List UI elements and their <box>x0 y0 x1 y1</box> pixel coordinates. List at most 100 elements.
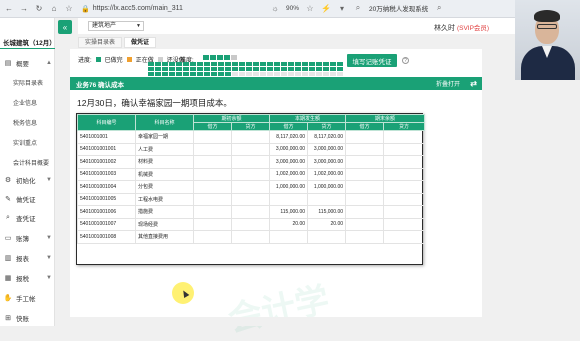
sidebar-sub-company-info[interactable]: 企业信息 <box>13 98 37 107</box>
sidebar-sub-accounts[interactable]: 会计科目概要 <box>13 158 49 167</box>
progress-cell[interactable] <box>232 72 238 76</box>
address-bar[interactable]: 🔒 https://lx.acc5.com/main_311 <box>81 5 281 13</box>
dropdown-icon[interactable]: ▾ <box>337 3 347 13</box>
progress-cell[interactable] <box>218 72 224 76</box>
fill-voucher-button[interactable]: 填写记账凭证 <box>347 54 397 67</box>
progress-cell[interactable] <box>176 72 182 76</box>
news-ticker[interactable]: 20万纳税人发现系统 <box>369 3 428 13</box>
progress-cell[interactable] <box>204 72 210 76</box>
back-icon[interactable]: ← <box>3 3 15 15</box>
client-select[interactable]: 建筑地产 ▼ <box>88 21 144 31</box>
progress-cell[interactable] <box>253 67 259 71</box>
progress-cell[interactable] <box>218 67 224 71</box>
progress-cell[interactable] <box>239 62 245 66</box>
search-icon[interactable]: ⌕ <box>434 3 444 13</box>
progress-cell[interactable] <box>204 62 210 66</box>
progress-cell[interactable] <box>246 67 252 71</box>
progress-cell[interactable] <box>302 72 308 76</box>
progress-cell[interactable] <box>218 62 224 66</box>
progress-cell[interactable] <box>225 67 231 71</box>
progress-cell[interactable] <box>330 72 336 76</box>
progress-cell[interactable] <box>260 67 266 71</box>
swap-icon[interactable]: ⇄ <box>470 79 477 88</box>
progress-cell[interactable] <box>267 62 273 66</box>
sidebar-item-query-voucher[interactable]: ⌕ 查凭证 <box>0 211 55 225</box>
progress-cell[interactable] <box>148 72 154 76</box>
progress-cell[interactable] <box>197 62 203 66</box>
progress-cell[interactable] <box>316 62 322 66</box>
progress-cell[interactable] <box>246 72 252 76</box>
progress-cell[interactable] <box>309 62 315 66</box>
progress-cell[interactable] <box>148 67 154 71</box>
progress-cell[interactable] <box>337 62 343 66</box>
sidebar-sub-catalog[interactable]: 实际目录表 <box>13 78 43 87</box>
progress-cell[interactable] <box>155 62 161 66</box>
progress-cell[interactable] <box>204 67 210 71</box>
progress-cell[interactable] <box>316 67 322 71</box>
progress-cell[interactable] <box>337 72 343 76</box>
progress-cell[interactable] <box>253 72 259 76</box>
sidebar-item-make-voucher[interactable]: ✎ 做凭证 <box>0 192 55 206</box>
progress-cell[interactable] <box>316 72 322 76</box>
progress-cell[interactable] <box>288 72 294 76</box>
progress-cell[interactable] <box>239 67 245 71</box>
sidebar-item-init[interactable]: ⚙ 初始化 ▼ <box>0 173 55 187</box>
progress-cell[interactable] <box>323 62 329 66</box>
sidebar-item-manual[interactable]: ✋ 手工帐 <box>0 291 55 305</box>
progress-cell[interactable] <box>309 72 315 76</box>
progress-cell[interactable] <box>183 72 189 76</box>
progress-cell[interactable] <box>169 67 175 71</box>
tab-make-voucher[interactable]: 做凭证 <box>124 37 157 48</box>
progress-cell[interactable] <box>169 72 175 76</box>
progress-cell[interactable] <box>232 67 238 71</box>
progress-cell[interactable] <box>176 62 182 66</box>
progress-cell[interactable] <box>162 67 168 71</box>
progress-cell[interactable] <box>267 72 273 76</box>
progress-cell[interactable] <box>190 67 196 71</box>
progress-cell[interactable] <box>225 72 231 76</box>
progress-cell[interactable] <box>323 72 329 76</box>
progress-cell[interactable] <box>211 67 217 71</box>
progress-cell[interactable] <box>281 62 287 66</box>
progress-cell[interactable] <box>190 62 196 66</box>
progress-cell[interactable] <box>330 62 336 66</box>
tab-catalog[interactable]: 实操目录表 <box>78 37 123 48</box>
user-name[interactable]: 林久时 (SVIP会员) <box>434 22 489 33</box>
progress-cell[interactable] <box>253 62 259 66</box>
progress-cell[interactable] <box>267 67 273 71</box>
sidebar-item-quick[interactable]: ⊞ 快账 <box>0 311 55 325</box>
progress-cell[interactable] <box>232 62 238 66</box>
progress-cell[interactable] <box>260 72 266 76</box>
home-icon[interactable]: ⌂ <box>48 3 60 15</box>
collapse-sidebar-icon[interactable]: « <box>58 20 72 34</box>
progress-cell[interactable] <box>162 62 168 66</box>
lightning-icon[interactable]: ⚡ <box>321 3 331 13</box>
progress-cell[interactable] <box>211 72 217 76</box>
progress-cell[interactable] <box>302 67 308 71</box>
progress-cell[interactable] <box>281 67 287 71</box>
progress-cell[interactable] <box>295 72 301 76</box>
sidebar-item-tax[interactable]: ▦ 报税 ▼ <box>0 271 55 285</box>
forward-icon[interactable]: → <box>18 3 30 15</box>
progress-cell[interactable] <box>274 67 280 71</box>
company-name[interactable]: 长城建筑（12月） <box>3 37 56 47</box>
progress-cell[interactable] <box>337 67 343 71</box>
reload-icon[interactable]: ↻ <box>33 3 45 15</box>
search-icon[interactable]: ⌕ <box>353 3 363 13</box>
help-icon[interactable]: ? <box>402 57 409 64</box>
star-icon[interactable]: ☆ <box>305 3 315 13</box>
progress-cell[interactable] <box>148 62 154 66</box>
progress-cell[interactable] <box>330 67 336 71</box>
sidebar-sub-key-points[interactable]: 实训重点 <box>13 138 37 147</box>
progress-cell[interactable] <box>281 72 287 76</box>
progress-cell[interactable] <box>197 67 203 71</box>
progress-cell[interactable] <box>176 67 182 71</box>
sidebar-sub-tax-info[interactable]: 税务信息 <box>13 118 37 127</box>
progress-cell[interactable] <box>183 62 189 66</box>
sidebar-item-reports[interactable]: ▥ 报表 ▼ <box>0 251 55 265</box>
progress-cell[interactable] <box>162 72 168 76</box>
progress-cell[interactable] <box>274 62 280 66</box>
progress-cell[interactable] <box>183 67 189 71</box>
sun-icon[interactable]: ☼ <box>270 3 280 13</box>
progress-cell[interactable] <box>295 67 301 71</box>
